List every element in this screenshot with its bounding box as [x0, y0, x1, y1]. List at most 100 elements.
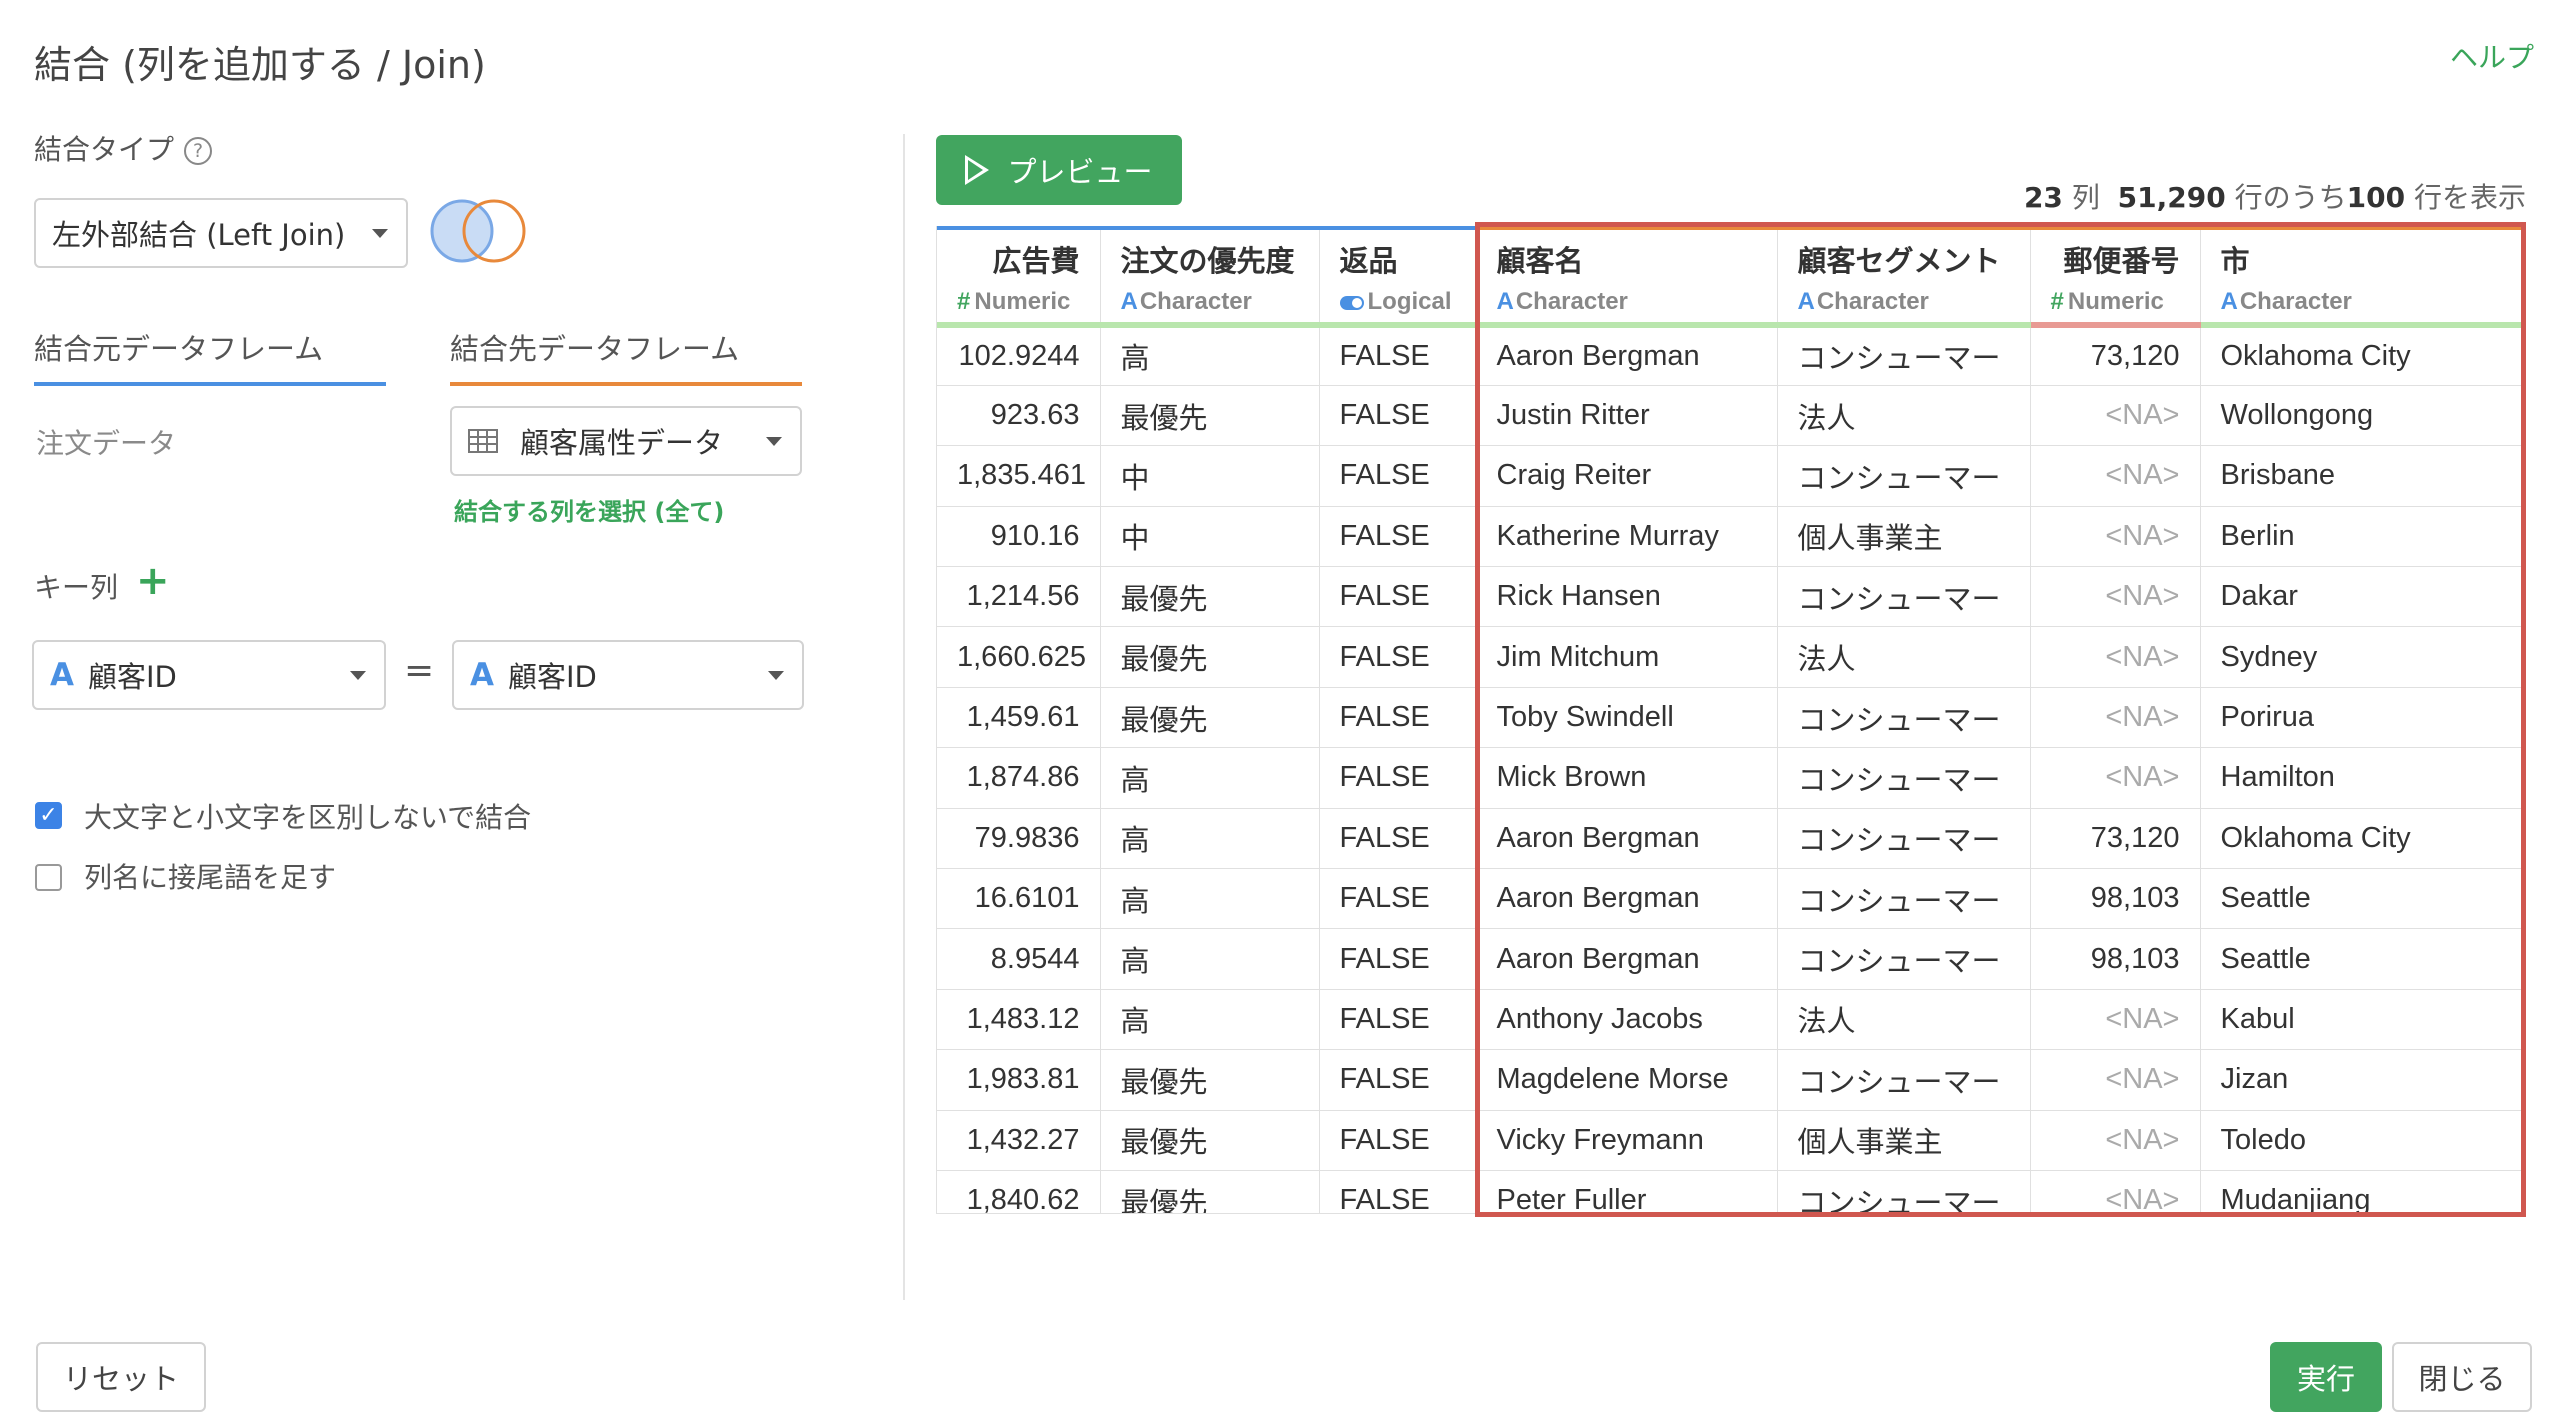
table-cell: Jim Mitchum — [1476, 626, 1778, 688]
table-cell: 法人 — [1777, 989, 2031, 1051]
table-cell: Mudanjiang — [2200, 1170, 2522, 1213]
table-cell: 1,660.625 — [937, 626, 1101, 688]
table-cell: コンシューマー — [1777, 566, 2031, 628]
table-cell: 高 — [1100, 325, 1320, 386]
preview-table[interactable]: 広告費 # Numeric 注文の優先度 ACharacter 返品 Logical 顧客名 A… — [936, 226, 2522, 1214]
table-cell: Toledo — [2200, 1110, 2522, 1171]
table-cell: 最優先 — [1100, 687, 1320, 749]
ignore-case-checkbox[interactable]: ✓ — [35, 802, 62, 829]
row-unit: 行を表示 — [2413, 181, 2526, 214]
table-cell: <NA> — [2030, 385, 2201, 447]
table-icon — [468, 429, 498, 453]
table-cell: FALSE — [1319, 626, 1477, 688]
table-cell: <NA> — [2030, 1049, 2201, 1111]
help-link[interactable]: ヘルプ — [2450, 36, 2534, 76]
table-cell: 73,120 — [2030, 808, 2201, 870]
table-row: 1,459.61 最優先 FALSE Toby Swindell コンシューマー <NA>… — [937, 687, 2522, 749]
table-cell: コンシューマー — [1777, 808, 2031, 870]
column-type-label: Numeric — [974, 288, 1071, 315]
run-button[interactable]: 実行 — [2270, 1342, 2382, 1412]
column-type-label: Logical — [1367, 288, 1452, 315]
table-cell: Wollongong — [2200, 385, 2522, 447]
table-cell: FALSE — [1319, 989, 1477, 1051]
table-cell: コンシューマー — [1777, 325, 2031, 386]
table-cell: FALSE — [1319, 445, 1477, 507]
table-cell: FALSE — [1319, 747, 1477, 809]
reset-button[interactable]: リセット — [36, 1342, 206, 1412]
column-header[interactable]: 郵便番号 # Numeric — [2030, 226, 2201, 328]
target-dataframe-select[interactable]: 顧客属性データ — [450, 406, 802, 476]
join-type-select[interactable]: 左外部結合 (Left Join) — [34, 198, 408, 268]
column-header[interactable]: 顧客セグメント ACharacter — [1777, 226, 2031, 328]
table-cell: <NA> — [2030, 506, 2201, 568]
add-key-button[interactable]: + — [136, 558, 170, 604]
table-row: 1,983.81 最優先 FALSE Magdelene Morse コンシューマー <N… — [937, 1049, 2522, 1111]
table-row: 16.6101 高 FALSE Aaron Bergman コンシューマー 98,103 S… — [937, 868, 2522, 930]
table-cell: 最優先 — [1100, 385, 1320, 447]
table-cell: 1,483.12 — [937, 989, 1101, 1051]
table-cell: Oklahoma City — [2200, 325, 2522, 386]
table-cell: Justin Ritter — [1476, 385, 1778, 447]
table-cell: FALSE — [1319, 1170, 1477, 1213]
column-name: 顧客セグメント — [1797, 246, 2001, 278]
tab-source-dataframe[interactable]: 結合元データフレーム — [34, 326, 386, 386]
key-left-select[interactable]: A 顧客ID — [32, 640, 386, 710]
character-type-icon: A — [1797, 288, 1815, 315]
table-row: 1,483.12 高 FALSE Anthony Jacobs 法人 <NA> Kabul — [937, 989, 2522, 1051]
table-cell: Toby Swindell — [1476, 687, 1778, 749]
suffix-checkbox[interactable] — [35, 864, 62, 891]
table-cell: <NA> — [2030, 989, 2201, 1051]
table-cell: コンシューマー — [1777, 747, 2031, 809]
column-header[interactable]: 顧客名 ACharacter — [1476, 226, 1778, 328]
table-cell: Sydney — [2200, 626, 2522, 688]
table-cell: Katherine Murray — [1476, 506, 1778, 568]
tab-target-dataframe[interactable]: 結合先データフレーム — [450, 326, 802, 386]
table-cell: 高 — [1100, 928, 1320, 990]
table-cell: 98,103 — [2030, 928, 2201, 990]
table-cell: 1,214.56 — [937, 566, 1101, 628]
column-type: ACharacter — [2221, 288, 2503, 316]
table-cell: 1,432.27 — [937, 1110, 1101, 1171]
column-name: 顧客名 — [1496, 246, 1584, 278]
table-cell: 910.16 — [937, 506, 1101, 568]
column-type-label: Character — [1515, 288, 1628, 315]
preview-button[interactable]: プレビュー — [936, 135, 1182, 205]
table-cell: 個人事業主 — [1777, 506, 2031, 568]
table-cell: 法人 — [1777, 385, 2031, 447]
table-cell: 8.9544 — [937, 928, 1101, 990]
table-cell: Anthony Jacobs — [1476, 989, 1778, 1051]
table-row: 910.16 中 FALSE Katherine Murray 個人事業主 <NA> Ber… — [937, 506, 2522, 568]
numeric-type-icon: # — [957, 288, 971, 315]
select-columns-link[interactable]: 結合する列を選択 (全て) — [454, 492, 724, 527]
logical-type-icon — [1339, 295, 1364, 310]
ignore-case-label: 大文字と小文字を区別しないで結合 — [84, 801, 532, 834]
chevron-down-icon — [350, 671, 366, 680]
table-cell: <NA> — [2030, 626, 2201, 688]
equals-sign: = — [404, 650, 435, 691]
table-row: 1,874.86 高 FALSE Mick Brown コンシューマー <NA> Hamil… — [937, 747, 2522, 809]
column-count: 23 — [2023, 181, 2063, 214]
key-right-value: 顧客ID — [508, 660, 597, 694]
column-header[interactable]: 返品 Logical — [1319, 226, 1477, 328]
column-name: 郵便番号 — [2063, 246, 2180, 278]
column-name: 市 — [2220, 246, 2250, 278]
table-row: 1,660.625 最優先 FALSE Jim Mitchum 法人 <NA> Sydney — [937, 626, 2522, 688]
table-cell: コンシューマー — [1777, 687, 2031, 749]
table-row: 1,214.56 最優先 FALSE Rick Hansen コンシューマー <NA> Da… — [937, 566, 2522, 628]
help-question-icon[interactable]: ? — [184, 137, 213, 165]
table-cell: FALSE — [1319, 506, 1477, 568]
column-header[interactable]: 市 ACharacter — [2200, 226, 2522, 328]
character-type-icon: A — [1120, 288, 1138, 315]
join-type-label: 結合タイプ? — [34, 128, 213, 168]
table-cell: 高 — [1100, 989, 1320, 1051]
table-cell: 高 — [1100, 747, 1320, 809]
character-type-icon: A — [2220, 288, 2238, 315]
table-cell: FALSE — [1319, 385, 1477, 447]
column-header[interactable]: 広告費 # Numeric — [937, 226, 1101, 328]
table-cell: Aaron Bergman — [1476, 325, 1778, 386]
column-header[interactable]: 注文の優先度 ACharacter — [1100, 226, 1320, 328]
key-right-select[interactable]: A 顧客ID — [452, 640, 804, 710]
table-cell: 73,120 — [2030, 325, 2201, 386]
panel-divider — [903, 134, 905, 1300]
close-button[interactable]: 閉じる — [2392, 1342, 2532, 1412]
